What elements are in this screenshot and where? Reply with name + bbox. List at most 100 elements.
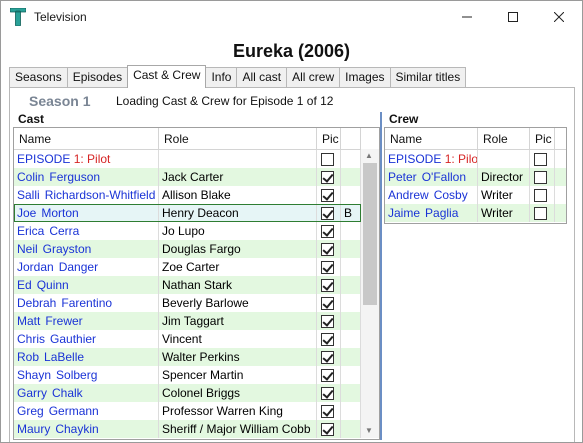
cast-pic-checkbox[interactable] <box>321 170 334 184</box>
crew-pic-checkbox[interactable] <box>534 170 547 184</box>
cast-row[interactable]: Shayn Solberg Spencer Martin <box>14 366 361 384</box>
maximize-button[interactable] <box>490 1 536 33</box>
cast-row[interactable]: Chris Gauthier Vincent <box>14 330 361 348</box>
cast-name-cell[interactable]: Salli Richardson-Whitfield <box>14 186 159 204</box>
cast-name-cell[interactable]: Ed Quinn <box>14 276 159 294</box>
cast-name-cell[interactable]: Colin Ferguson <box>14 168 159 186</box>
cast-last-name: Chalk <box>52 386 83 400</box>
cast-name-cell[interactable]: Garry Chalk <box>14 384 159 402</box>
crew-name-cell[interactable]: Jaime Paglia <box>385 204 478 222</box>
cast-name-cell[interactable]: Maury Chaykin <box>14 420 159 438</box>
cast-name-cell[interactable]: Rob LaBelle <box>14 348 159 366</box>
cast-last-name: Grayston <box>42 242 92 256</box>
cast-pic-checkbox[interactable] <box>321 350 334 364</box>
cast-name-cell[interactable]: Shayn Solberg <box>14 366 159 384</box>
crew-pic-cell <box>530 186 555 204</box>
cast-name-cell[interactable]: Debrah Farentino <box>14 294 159 312</box>
tab-all-crew[interactable]: All crew <box>286 67 341 87</box>
cast-first-name: Ed <box>17 278 32 292</box>
cast-col-role[interactable]: Role <box>159 128 317 150</box>
cast-row[interactable]: Debrah Farentino Beverly Barlowe <box>14 294 361 312</box>
cast-pic-checkbox[interactable] <box>321 206 334 220</box>
cast-row[interactable]: Garry Chalk Colonel Briggs <box>14 384 361 402</box>
panel-splitter[interactable] <box>380 112 382 440</box>
crew-row[interactable]: Peter O'Fallon Director <box>385 168 566 186</box>
crew-pic-checkbox[interactable] <box>534 188 547 202</box>
cast-first-name: Matt <box>17 314 41 328</box>
crew-name-cell[interactable]: Peter O'Fallon <box>385 168 478 186</box>
cast-col-pic[interactable]: Pic <box>317 128 341 150</box>
cast-scroll-thumb[interactable] <box>363 163 377 305</box>
close-icon <box>554 12 564 22</box>
crew-col-pic[interactable]: Pic <box>530 128 555 150</box>
cast-row[interactable]: Joe Morton Henry Deacon B <box>14 204 361 222</box>
cast-role-cell: Jo Lupo <box>159 222 317 240</box>
crew-col-name[interactable]: Name <box>385 128 478 150</box>
cast-pic-checkbox[interactable] <box>321 422 334 436</box>
close-button[interactable] <box>536 1 582 33</box>
cast-pic-checkbox[interactable] <box>321 314 334 328</box>
cast-name-cell[interactable]: Matt Frewer <box>14 312 159 330</box>
cast-pic-checkbox[interactable] <box>321 368 334 382</box>
tab-cast-crew[interactable]: Cast & Crew <box>127 65 207 88</box>
cast-row[interactable]: Jordan Danger Zoe Carter <box>14 258 361 276</box>
cast-pic-checkbox[interactable] <box>321 242 334 256</box>
tab-images[interactable]: Images <box>339 67 391 87</box>
crew-col-role[interactable]: Role <box>478 128 530 150</box>
cast-extra-cell <box>341 366 361 384</box>
tab-episodes[interactable]: Episodes <box>66 67 129 87</box>
cast-pic-checkbox[interactable] <box>321 278 334 292</box>
cast-name-cell[interactable]: Joe Morton <box>14 204 159 222</box>
cast-row[interactable]: Salli Richardson-Whitfield Allison Blake <box>14 186 361 204</box>
cast-row[interactable]: Ed Quinn Nathan Stark <box>14 276 361 294</box>
cast-name-cell[interactable]: Neil Grayston <box>14 240 159 258</box>
crew-row[interactable]: Jaime Paglia Writer <box>385 204 566 222</box>
title-bar[interactable]: Television <box>1 1 582 33</box>
cast-name-cell[interactable]: Jordan Danger <box>14 258 159 276</box>
cast-episode-row[interactable]: EPISODE 1: Pilot <box>14 150 361 168</box>
tab-similar-titles[interactable]: Similar titles <box>389 67 467 87</box>
crew-episode-title: : Pilot <box>451 152 478 166</box>
cast-row[interactable]: Colin Ferguson Jack Carter <box>14 168 361 186</box>
cast-pic-checkbox[interactable] <box>321 224 334 238</box>
crew-row[interactable]: Andrew Cosby Writer <box>385 186 566 204</box>
cast-col-name[interactable]: Name <box>14 128 159 150</box>
cast-row[interactable]: Rob LaBelle Walter Perkins <box>14 348 361 366</box>
cast-name-cell[interactable]: Erica Cerra <box>14 222 159 240</box>
crew-name-cell[interactable]: Andrew Cosby <box>385 186 478 204</box>
crew-pic-cell <box>530 204 555 222</box>
crew-grid[interactable]: Name Role Pic EPISODE 1: Pilot Peter O'Fal… <box>384 127 567 224</box>
cast-row[interactable]: Matt Frewer Jim Taggart <box>14 312 361 330</box>
cast-role-cell: Douglas Fargo <box>159 240 317 258</box>
cast-pic-checkbox[interactable] <box>321 386 334 400</box>
crew-extra-cell <box>555 168 566 186</box>
cast-pic-checkbox[interactable] <box>321 404 334 418</box>
cast-row[interactable]: Maury Chaykin Sheriff / Major William Cobb <box>14 420 361 438</box>
cast-row[interactable]: Erica Cerra Jo Lupo <box>14 222 361 240</box>
crew-last-name: Cosby <box>433 188 468 202</box>
cast-episode-checkbox[interactable] <box>321 152 334 166</box>
minimize-button[interactable] <box>444 1 490 33</box>
cast-role-cell: Beverly Barlowe <box>159 294 317 312</box>
cast-name-cell[interactable]: Chris Gauthier <box>14 330 159 348</box>
cast-pic-checkbox[interactable] <box>321 188 334 202</box>
cast-scrollbar[interactable]: ▲ ▼ <box>361 149 379 438</box>
cast-pic-checkbox[interactable] <box>321 296 334 310</box>
cast-row[interactable]: Greg Germann Professor Warren King <box>14 402 361 420</box>
cast-name-cell[interactable]: Greg Germann <box>14 402 159 420</box>
tab-all-cast[interactable]: All cast <box>236 67 288 87</box>
cast-last-name: Frewer <box>45 314 83 328</box>
crew-episode-checkbox[interactable] <box>534 152 547 166</box>
cast-pic-checkbox[interactable] <box>321 260 334 274</box>
cast-extra-cell <box>341 420 361 438</box>
cast-row[interactable]: Neil Grayston Douglas Fargo <box>14 240 361 258</box>
cast-pic-checkbox[interactable] <box>321 332 334 346</box>
tab-seasons[interactable]: Seasons <box>9 67 68 87</box>
cast-grid[interactable]: Name Role Pic EPISODE 1: Pilot Colin Fergu… <box>13 127 380 440</box>
crew-episode-row[interactable]: EPISODE 1: Pilot <box>385 150 566 168</box>
tab-info[interactable]: Info <box>205 67 238 87</box>
chevron-down-icon[interactable]: ▼ <box>365 426 373 435</box>
chevron-up-icon[interactable]: ▲ <box>365 151 373 160</box>
crew-col-extra <box>555 128 566 150</box>
crew-pic-checkbox[interactable] <box>534 206 547 220</box>
